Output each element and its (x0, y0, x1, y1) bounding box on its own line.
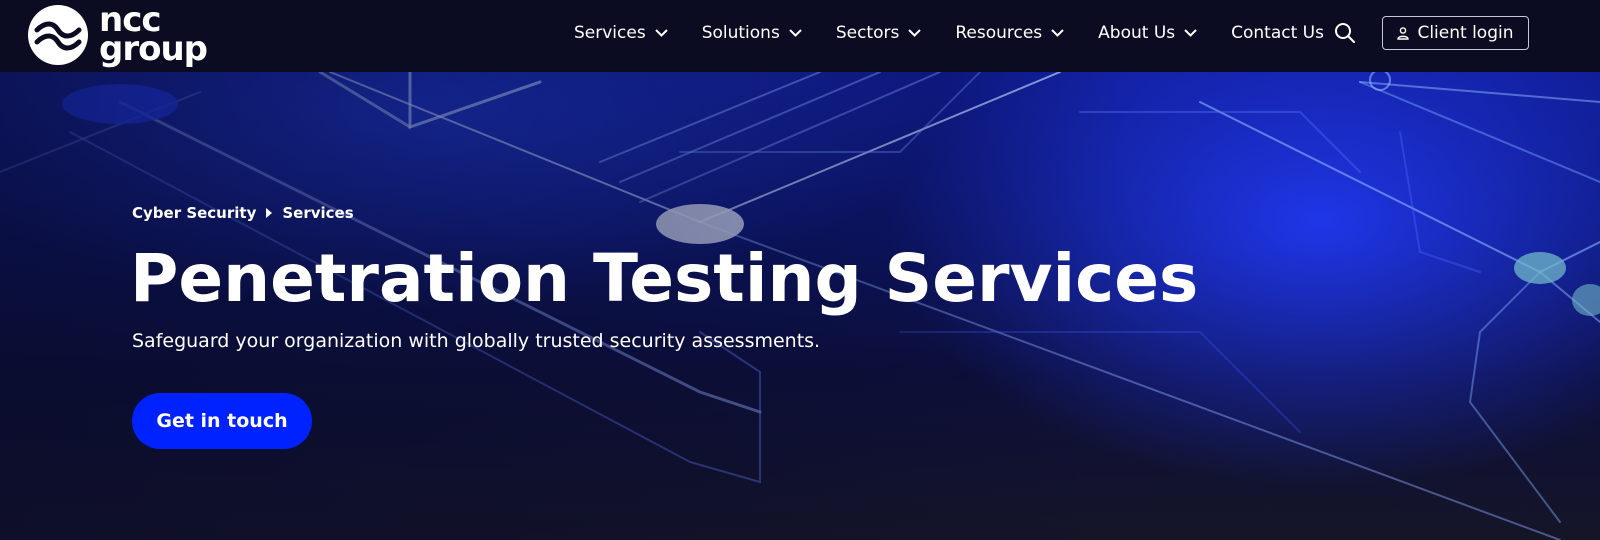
main-nav: Services Solutions Sectors Resources Abo… (574, 0, 1324, 66)
nav-item-label: Services (574, 23, 646, 43)
top-navbar: ncc group Services Solutions Sectors Res… (0, 0, 1600, 72)
breadcrumb-link-services[interactable]: Services (282, 204, 353, 222)
get-in-touch-label: Get in touch (156, 410, 288, 432)
nav-item-contact-us[interactable]: Contact Us (1231, 23, 1324, 43)
chevron-down-icon (1051, 29, 1064, 37)
nav-item-about-us[interactable]: About Us (1098, 23, 1197, 43)
logo-text-group: group (99, 29, 208, 69)
nav-item-label: Resources (955, 23, 1043, 43)
chevron-down-icon (789, 29, 802, 37)
chevron-down-icon (654, 29, 668, 37)
ncc-group-logo[interactable]: ncc group (27, 2, 208, 69)
nav-item-label: Contact Us (1231, 23, 1324, 43)
nav-item-solutions[interactable]: Solutions (702, 23, 802, 43)
hero-subtitle: Safeguard your organization with globall… (132, 330, 821, 352)
user-icon (1397, 26, 1410, 40)
page-title: Penetration Testing Services (130, 240, 1199, 317)
chevron-down-icon (908, 29, 922, 37)
nav-item-resources[interactable]: Resources (955, 23, 1064, 43)
chevron-down-icon (1184, 29, 1197, 37)
logo-wordmark: ncc group (99, 3, 208, 69)
nav-item-label: Sectors (835, 23, 900, 43)
get-in-touch-button[interactable]: Get in touch (132, 393, 312, 449)
client-login-label: Client login (1417, 23, 1514, 43)
breadcrumb: Cyber Security Services (132, 204, 354, 222)
ncc-logo-icon (28, 5, 88, 65)
nav-item-sectors[interactable]: Sectors (836, 23, 922, 43)
search-icon[interactable] (1334, 22, 1356, 44)
client-login-button[interactable]: Client login (1382, 16, 1529, 50)
breadcrumb-link-cyber-security[interactable]: Cyber Security (132, 204, 256, 222)
nav-item-label: About Us (1098, 23, 1176, 43)
nav-item-services[interactable]: Services (574, 23, 668, 43)
nav-item-label: Solutions (701, 23, 780, 43)
caret-right-icon (266, 208, 273, 218)
